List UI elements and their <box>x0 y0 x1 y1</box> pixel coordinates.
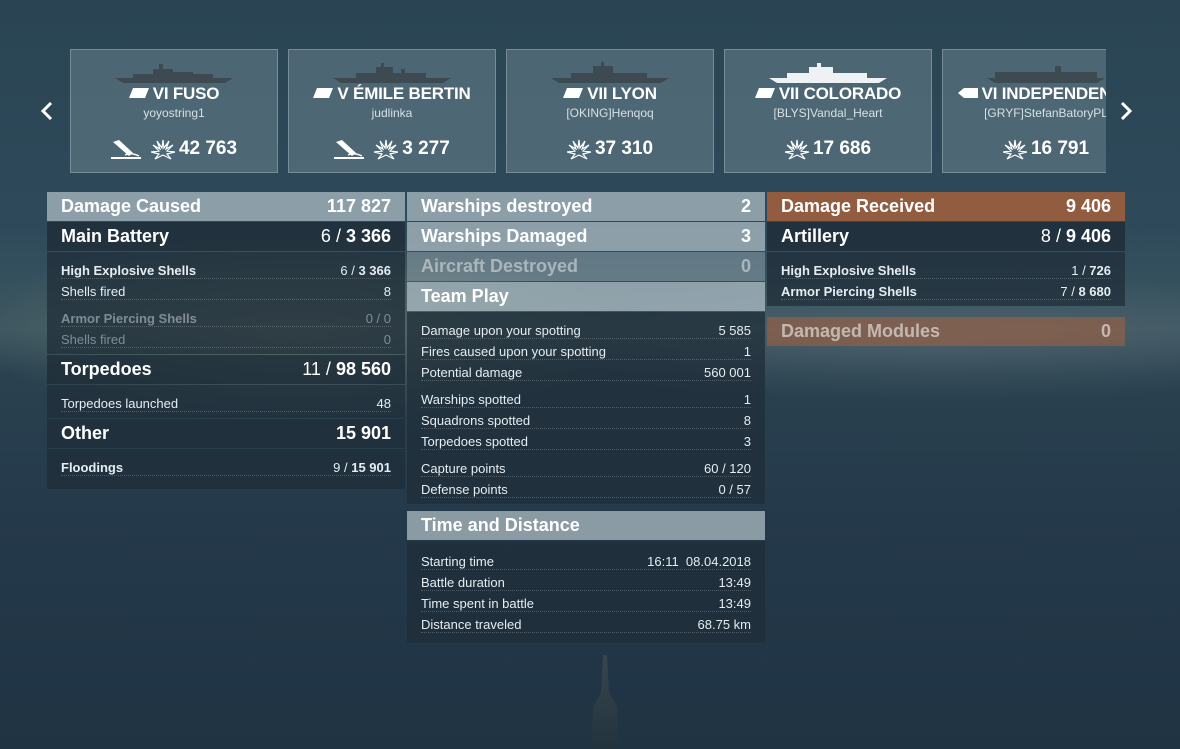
aircraft-destroyed-bar: Aircraft Destroyed 0 <box>407 252 765 281</box>
team-play-row: Warships spotted 1 <box>421 387 751 408</box>
warships-damaged-bar: Warships Damaged 3 <box>407 222 765 251</box>
cruiser-class-icon <box>313 88 334 98</box>
team-play-header: Team Play <box>407 282 765 311</box>
warships-destroyed-bar: Warships destroyed 2 <box>407 192 765 221</box>
damage-explosion-icon <box>150 139 175 160</box>
battleship-silhouette-icon <box>115 64 233 83</box>
carrier-silhouette-icon <box>987 66 1105 83</box>
torpedoes-header: Torpedoes 11 / 98 560 <box>47 355 405 384</box>
damaged-modules-bar: Damaged Modules 0 <box>767 317 1125 346</box>
team-play-row: Torpedoes spotted 3 <box>421 429 751 450</box>
carrier-class-icon <box>957 88 978 98</box>
damage-received-header: Damage Received 9 406 <box>767 192 1125 221</box>
player-name: judlinka <box>371 106 413 120</box>
player-name: [OKING]Henqoq <box>566 106 654 120</box>
combat-summary-panel: Warships destroyed 2 Warships Damaged 3 … <box>407 192 765 644</box>
received-ap-row: Armor Piercing Shells 7 / 8 680 <box>781 279 1111 300</box>
floodings-row: Floodings 9 / 15 901 <box>61 455 391 476</box>
ship-card[interactable]: VII LYON [OKING]Henqoq 37 310 <box>506 49 714 173</box>
damage-value: 3 277 <box>402 138 450 159</box>
damage-received-panel: Damage Received 9 406 Artillery 8 / 9 40… <box>767 192 1125 347</box>
team-play-row: Capture points 60 / 120 <box>421 456 751 477</box>
damage-explosion-icon <box>566 139 591 160</box>
team-play-row: Potential damage 560 001 <box>421 360 751 381</box>
ships-damaged-carousel: VI FUSO yoyostring1 42 763 V ÉMILE BERTI… <box>70 49 1106 173</box>
he-shells-fired-row: Shells fired 8 <box>61 279 391 300</box>
battleship-class-icon <box>128 88 149 98</box>
player-name: [GRYF]StefanBatoryPL <box>984 106 1106 120</box>
ship-card[interactable]: V ÉMILE BERTIN judlinka 3 277 <box>288 49 496 173</box>
damage-explosion-icon <box>784 139 809 160</box>
background-ship <box>591 655 619 749</box>
battleship-silhouette-icon <box>769 63 887 83</box>
carousel-next-arrow-icon[interactable] <box>1112 96 1140 126</box>
ship-name: V ÉMILE BERTIN <box>289 84 495 104</box>
time-distance-row: Time spent in battle 13:49 <box>421 591 751 612</box>
received-he-row: High Explosive Shells 1 / 726 <box>781 258 1111 279</box>
damage-caused-header: Damage Caused 117 827 <box>47 192 405 221</box>
time-distance-header: Time and Distance <box>407 511 765 540</box>
sunk-ship-icon <box>334 140 365 159</box>
torpedoes-launched-row: Torpedoes launched 48 <box>61 391 391 412</box>
ship-card[interactable]: VII COLORADO [BLYS]Vandal_Heart 17 686 <box>724 49 932 173</box>
time-distance-details: Starting time 16:11 08.04.2018 Battle dur… <box>407 541 765 643</box>
ap-shells-row: Armor Piercing Shells 0 / 0 <box>61 306 391 327</box>
cruiser-silhouette-icon <box>333 63 451 83</box>
team-play-row: Squadrons spotted 8 <box>421 408 751 429</box>
player-name: [BLYS]Vandal_Heart <box>773 106 883 120</box>
team-play-row: Fires caused upon your spotting 1 <box>421 339 751 360</box>
main-battery-header: Main Battery 6 / 3 366 <box>47 222 405 251</box>
sunk-ship-icon <box>110 140 141 159</box>
damage-explosion-icon <box>1002 139 1027 160</box>
damage-explosion-icon <box>374 139 399 160</box>
ship-card[interactable]: VI FUSO yoyostring1 42 763 <box>70 49 278 173</box>
damage-value: 42 763 <box>178 138 238 159</box>
damage-value: 17 686 <box>812 138 872 159</box>
carousel-prev-arrow-icon[interactable] <box>33 96 61 126</box>
main-battery-details: High Explosive Shells 6 / 3 366 Shells f… <box>47 252 405 354</box>
time-distance-row: Starting time 16:11 08.04.2018 <box>421 549 751 570</box>
other-details: Floodings 9 / 15 901 <box>47 449 405 489</box>
battleship-silhouette-icon <box>551 62 669 83</box>
ship-name: VII LYON <box>507 84 713 104</box>
ship-name: VII COLORADO <box>725 84 931 104</box>
damage-value: 37 310 <box>594 138 654 159</box>
artillery-details: High Explosive Shells 1 / 726 Armor Pier… <box>767 252 1125 306</box>
damage-received-total: 9 406 <box>1065 196 1111 216</box>
he-shells-row: High Explosive Shells 6 / 3 366 <box>61 258 391 279</box>
team-play-row: Damage upon your spotting 5 585 <box>421 318 751 339</box>
team-play-details: Damage upon your spotting 5 585 Fires cau… <box>407 312 765 504</box>
torpedoes-details: Torpedoes launched 48 <box>47 385 405 418</box>
artillery-header: Artillery 8 / 9 406 <box>767 222 1125 251</box>
team-play-row: Defense points 0 / 57 <box>421 477 751 498</box>
ship-card[interactable]: VI INDEPENDENCE [GRYF]StefanBatoryPL 16 … <box>942 49 1106 173</box>
other-header: Other 15 901 <box>47 419 405 448</box>
ap-shells-fired-row: Shells fired 0 <box>61 327 391 348</box>
damage-caused-total: 117 827 <box>326 196 391 216</box>
damage-caused-panel: Damage Caused 117 827 Main Battery 6 / 3… <box>47 192 405 490</box>
ship-name: VI INDEPENDENCE <box>943 84 1106 104</box>
ship-name: VI FUSO <box>71 84 277 104</box>
battleship-class-icon <box>754 88 775 98</box>
battleship-class-icon <box>563 88 584 98</box>
damage-value: 16 791 <box>1030 138 1090 159</box>
time-distance-row: Distance traveled 68.75 km <box>421 612 751 633</box>
time-distance-row: Battle duration 13:49 <box>421 570 751 591</box>
player-name: yoyostring1 <box>143 106 205 120</box>
